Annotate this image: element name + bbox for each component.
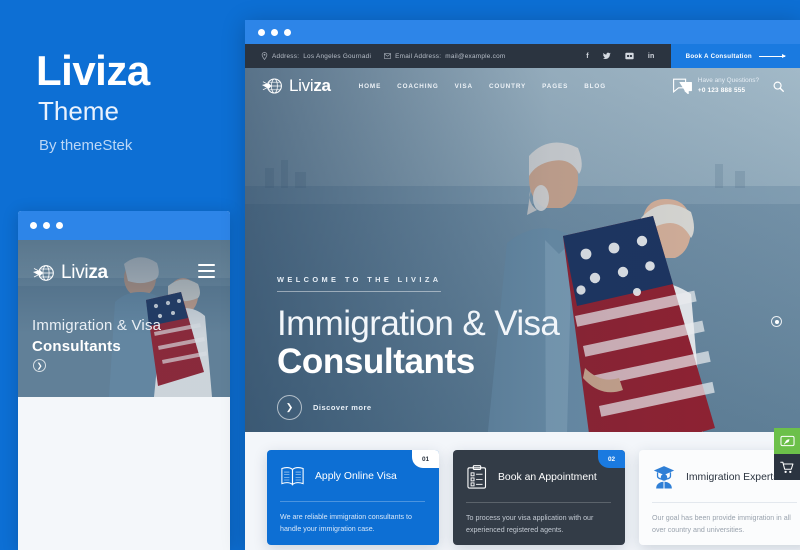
card-text: We are reliable immigration consultants …: [280, 513, 412, 534]
address-label: Address:: [272, 52, 300, 60]
browser-title-bar: [245, 20, 800, 44]
nav-item-coaching[interactable]: COACHING: [397, 83, 438, 90]
question-label: Have any Questions?: [697, 77, 759, 85]
social-links: f in: [586, 52, 670, 60]
phone-number: +0 123 888 555: [697, 87, 746, 94]
open-book-icon: [281, 467, 304, 486]
flickr-icon[interactable]: [625, 52, 634, 60]
shopping-cart-icon[interactable]: [774, 454, 800, 480]
book-consultation-button[interactable]: Book A Consultation: [670, 44, 800, 68]
topbar-email[interactable]: Email Address: mail@example.com: [384, 52, 505, 60]
hero-copy: WELCOME TO THE LIVIZA Immigration & Visa…: [277, 269, 560, 420]
chevron-right-icon: ❯: [277, 394, 302, 420]
window-dot: [43, 222, 50, 229]
address-value: Los Angeles Gournadi: [303, 52, 372, 60]
card-number-badge: 01: [412, 450, 439, 468]
mobile-discover-button[interactable]: ❯: [33, 359, 46, 372]
hero-eyebrow: WELCOME TO THE LIVIZA: [277, 275, 442, 292]
card-number-badge: 02: [598, 450, 625, 468]
service-card-apply-online-visa[interactable]: 01 Apply Online Visa We are reliable imm…: [267, 450, 439, 545]
mobile-logo[interactable]: Liviza: [32, 262, 108, 284]
email-value: mail@example.com: [445, 52, 506, 60]
service-card-book-an-appointment[interactable]: 02 Book an Appointment To process your v…: [453, 450, 625, 545]
nav-menu: HOME COACHING VISA COUNTRY PAGES BLOG: [359, 83, 606, 90]
map-pin-icon: [261, 52, 268, 60]
card-title: Apply Online Visa: [315, 471, 397, 482]
window-dot: [56, 222, 63, 229]
hero-title: Immigration & Visa Consultants: [277, 304, 560, 381]
eco-leaf-icon: [779, 435, 795, 447]
hero-title-light: Immigration & Visa: [277, 304, 560, 343]
consult-label: Book A Consultation: [685, 52, 752, 60]
search-icon[interactable]: [773, 81, 784, 92]
chat-bubble-icon: [672, 78, 692, 94]
globe-plane-icon: [33, 265, 54, 281]
nav-item-blog[interactable]: BLOG: [584, 83, 606, 90]
promo-panel: Liviza Theme By themeStek Liviza Immigra…: [0, 0, 245, 550]
contact-block[interactable]: Have any Questions? +0 123 888 555: [672, 76, 759, 96]
arrow-right-icon: [759, 53, 786, 58]
card-title: Book an Appointment: [498, 471, 597, 483]
nav-item-home[interactable]: HOME: [359, 83, 382, 90]
target-dot-icon[interactable]: [771, 316, 782, 327]
promo-title: Liviza: [36, 47, 150, 94]
mobile-preview: Liviza Immigration & Visa Consultants ❯ …: [18, 211, 230, 550]
logo-text: Liviza: [289, 76, 331, 95]
eco-badge-icon[interactable]: [774, 428, 800, 454]
window-dot: [30, 222, 37, 229]
globe-plane-icon: [261, 78, 282, 94]
browser-window: Address: Los Angeles Gournadi Email Addr…: [245, 20, 800, 550]
envelope-icon: [384, 53, 392, 59]
facebook-icon[interactable]: f: [586, 53, 589, 60]
twitter-icon[interactable]: [602, 52, 611, 60]
graduate-person-icon: [653, 466, 675, 489]
hero-section: Liviza HOME COACHING VISA COUNTRY PAGES …: [245, 68, 800, 480]
nav-right-group: Have any Questions? +0 123 888 555: [672, 76, 784, 96]
floating-action-buttons: [774, 428, 800, 480]
discover-more-button[interactable]: ❯ Discover more: [277, 394, 559, 420]
main-navigation: Liviza HOME COACHING VISA COUNTRY PAGES …: [245, 68, 800, 104]
promo-subtitle: Theme: [38, 96, 119, 126]
mobile-hero-title: Immigration & Visa Consultants: [32, 317, 162, 356]
service-cards: 01 Apply Online Visa We are reliable imm…: [245, 432, 800, 550]
nav-item-visa[interactable]: VISA: [455, 83, 473, 90]
mobile-hero: Liviza Immigration & Visa Consultants ❯: [18, 240, 230, 397]
window-dot[interactable]: [271, 28, 278, 36]
clipboard-checklist-icon: [467, 465, 487, 489]
linkedin-icon[interactable]: in: [648, 53, 655, 60]
discover-label: Discover more: [313, 402, 372, 412]
nav-item-country[interactable]: COUNTRY: [489, 83, 526, 90]
mobile-logo-text: Liviza: [61, 262, 108, 283]
contact-text: Have any Questions? +0 123 888 555: [698, 76, 759, 96]
mobile-browser-bar: [18, 211, 230, 240]
cart-glyph-icon: [780, 461, 794, 473]
site-logo[interactable]: Liviza: [261, 76, 331, 96]
card-text: Our goal has been provide immigration in…: [652, 514, 791, 535]
card-text: To process your visa application with ou…: [466, 514, 594, 535]
email-label: Email Address:: [395, 52, 442, 60]
promo-author: By themeStek: [39, 137, 133, 154]
nav-item-pages[interactable]: PAGES: [542, 83, 568, 90]
site-topbar: Address: Los Angeles Gournadi Email Addr…: [245, 44, 800, 68]
window-dot[interactable]: [284, 28, 291, 36]
hamburger-menu-icon[interactable]: [198, 264, 215, 282]
hero-title-bold: Consultants: [277, 341, 475, 381]
card-title: Immigration Experts: [686, 471, 779, 483]
topbar-address: Address: Los Angeles Gournadi: [261, 52, 371, 60]
window-dot[interactable]: [258, 28, 265, 36]
